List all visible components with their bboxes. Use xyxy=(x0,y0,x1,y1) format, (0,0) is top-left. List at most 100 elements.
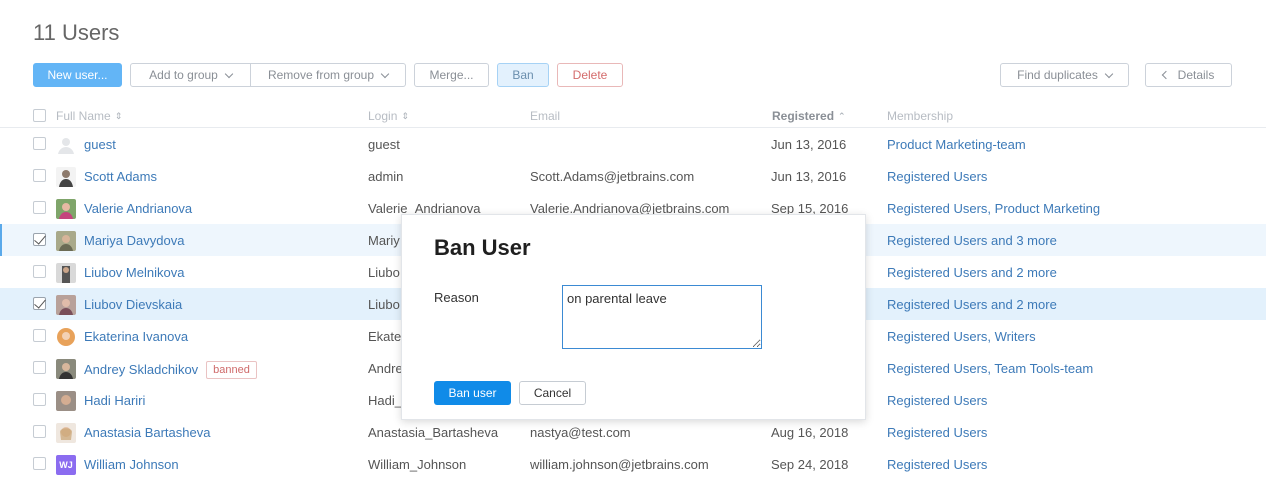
user-login: guest xyxy=(368,137,400,152)
avatar: WJ xyxy=(56,455,76,475)
user-login: Anastasia_Bartasheva xyxy=(368,425,499,440)
user-membership-link[interactable]: Product Marketing-team xyxy=(887,137,1026,152)
row-checkbox[interactable] xyxy=(33,233,46,246)
column-membership: Membership xyxy=(887,109,953,123)
chevron-down-icon xyxy=(1104,69,1114,78)
user-login: admin xyxy=(368,169,404,184)
user-name-link[interactable]: Liubov Dievskaia xyxy=(84,297,182,312)
user-name-link[interactable]: Valerie Andrianova xyxy=(84,201,192,216)
row-checkbox[interactable] xyxy=(33,361,46,374)
user-email: Scott.Adams@jetbrains.com xyxy=(530,169,695,184)
row-checkbox[interactable] xyxy=(33,393,46,406)
column-login[interactable]: Login ⇕ xyxy=(368,109,409,123)
avatar xyxy=(56,423,76,443)
row-checkbox[interactable] xyxy=(33,425,46,438)
chevron-down-icon xyxy=(380,69,390,78)
column-registered-label: Registered xyxy=(772,109,835,123)
row-checkbox[interactable] xyxy=(33,329,46,342)
ban-user-dialog: Ban User Reason on parental leave Ban us… xyxy=(401,214,866,420)
avatar xyxy=(56,167,76,187)
dialog-title: Ban User xyxy=(434,235,531,260)
user-name-link[interactable]: Mariya Davydova xyxy=(84,233,184,248)
row-checkbox[interactable] xyxy=(33,265,46,278)
avatar xyxy=(56,263,76,283)
select-all-checkbox[interactable] xyxy=(33,109,46,122)
user-name-link[interactable]: Hadi Hariri xyxy=(84,393,145,408)
row-checkbox[interactable] xyxy=(33,169,46,182)
user-name-link[interactable]: Andrey Skladchikov banned xyxy=(84,361,257,379)
user-name-link[interactable]: Scott Adams xyxy=(84,169,157,184)
remove-from-group-label: Remove from group xyxy=(267,68,375,82)
toolbar: New user... Add to group Remove from gro… xyxy=(33,63,1232,87)
user-login: William_Johnson xyxy=(368,457,467,472)
user-membership-link[interactable]: Registered Users xyxy=(887,425,987,440)
cancel-button[interactable]: Cancel xyxy=(519,381,586,405)
avatar xyxy=(56,231,76,251)
avatar xyxy=(56,295,76,315)
user-membership-link[interactable]: Registered Users and 3 more xyxy=(887,233,1057,248)
table-row[interactable]: Scott Adams admin Scott.Adams@jetbrains.… xyxy=(0,160,1266,192)
user-login: Liubo xyxy=(368,297,400,312)
user-membership-link[interactable]: Registered Users, Team Tools-team xyxy=(887,361,1093,376)
avatar xyxy=(56,199,76,219)
row-checkbox[interactable] xyxy=(33,297,46,310)
avatar xyxy=(56,391,76,411)
user-name-link[interactable]: Ekaterina Ivanova xyxy=(84,329,188,344)
user-registered: Aug 16, 2018 xyxy=(771,425,849,440)
column-membership-label: Membership xyxy=(887,109,954,123)
ban-user-button[interactable]: Ban user xyxy=(434,381,511,405)
table-row[interactable]: WJ William Johnson William_Johnson willi… xyxy=(0,448,1266,480)
avatar xyxy=(56,327,76,347)
remove-from-group-button[interactable]: Remove from group xyxy=(251,63,406,87)
column-full-name-label: Full Name xyxy=(56,109,111,123)
reason-label: Reason xyxy=(434,290,479,305)
add-to-group-label: Add to group xyxy=(149,68,218,82)
user-login: Hadi_ xyxy=(368,393,402,408)
column-email-label: Email xyxy=(530,109,561,123)
row-checkbox[interactable] xyxy=(33,457,46,470)
sort-icon: ⇕ xyxy=(401,110,409,121)
user-name-link[interactable]: Liubov Melnikova xyxy=(84,265,184,280)
sort-icon: ⇕ xyxy=(114,110,123,121)
user-registered: Jun 13, 2016 xyxy=(771,169,847,184)
column-full-name[interactable]: Full Name ⇕ xyxy=(56,109,122,123)
user-email: william.johnson@jetbrains.com xyxy=(530,457,709,472)
new-user-button[interactable]: New user... xyxy=(33,63,122,87)
user-login: Ekate xyxy=(368,329,402,344)
user-login: Andre xyxy=(368,361,403,376)
add-to-group-button[interactable]: Add to group xyxy=(130,63,251,87)
user-name-link[interactable]: guest xyxy=(84,137,116,152)
column-login-label: Login xyxy=(368,109,398,123)
avatar xyxy=(56,359,76,379)
details-label: Details xyxy=(1177,68,1215,82)
avatar xyxy=(56,135,76,155)
user-name-link[interactable]: William Johnson xyxy=(84,457,179,472)
table-row[interactable]: Anastasia Bartasheva Anastasia_Bartashev… xyxy=(0,416,1266,448)
user-registered: Sep 24, 2018 xyxy=(771,457,849,472)
reason-input[interactable]: on parental leave xyxy=(562,285,762,349)
row-checkbox[interactable] xyxy=(33,137,46,150)
table-row[interactable]: guest guest Jun 13, 2016 Product Marketi… xyxy=(0,128,1266,160)
sort-ascending-icon: ⌃ xyxy=(838,110,846,121)
merge-button[interactable]: Merge... xyxy=(414,63,489,87)
user-membership-link[interactable]: Registered Users xyxy=(887,169,987,184)
user-name-text: Andrey Skladchikov xyxy=(84,362,199,377)
user-membership-link[interactable]: Registered Users and 2 more xyxy=(887,265,1057,280)
user-membership-link[interactable]: Registered Users, Product Marketing xyxy=(887,201,1100,216)
find-duplicates-button[interactable]: Find duplicates xyxy=(1000,63,1129,87)
user-membership-link[interactable]: Registered Users xyxy=(887,457,987,472)
column-registered[interactable]: Registered ⌃ xyxy=(772,109,846,123)
user-name-link[interactable]: Anastasia Bartasheva xyxy=(84,425,210,440)
find-duplicates-label: Find duplicates xyxy=(1017,68,1098,82)
banned-badge: banned xyxy=(206,361,257,379)
details-button[interactable]: Details xyxy=(1145,63,1232,87)
chevron-left-icon xyxy=(1161,70,1170,80)
user-membership-link[interactable]: Registered Users xyxy=(887,393,987,408)
user-email: nastya@test.com xyxy=(530,425,631,440)
row-checkbox[interactable] xyxy=(33,201,46,214)
column-email: Email xyxy=(530,109,560,123)
ban-button[interactable]: Ban xyxy=(497,63,549,87)
user-membership-link[interactable]: Registered Users and 2 more xyxy=(887,297,1057,312)
delete-button[interactable]: Delete xyxy=(557,63,623,87)
user-membership-link[interactable]: Registered Users, Writers xyxy=(887,329,1036,344)
